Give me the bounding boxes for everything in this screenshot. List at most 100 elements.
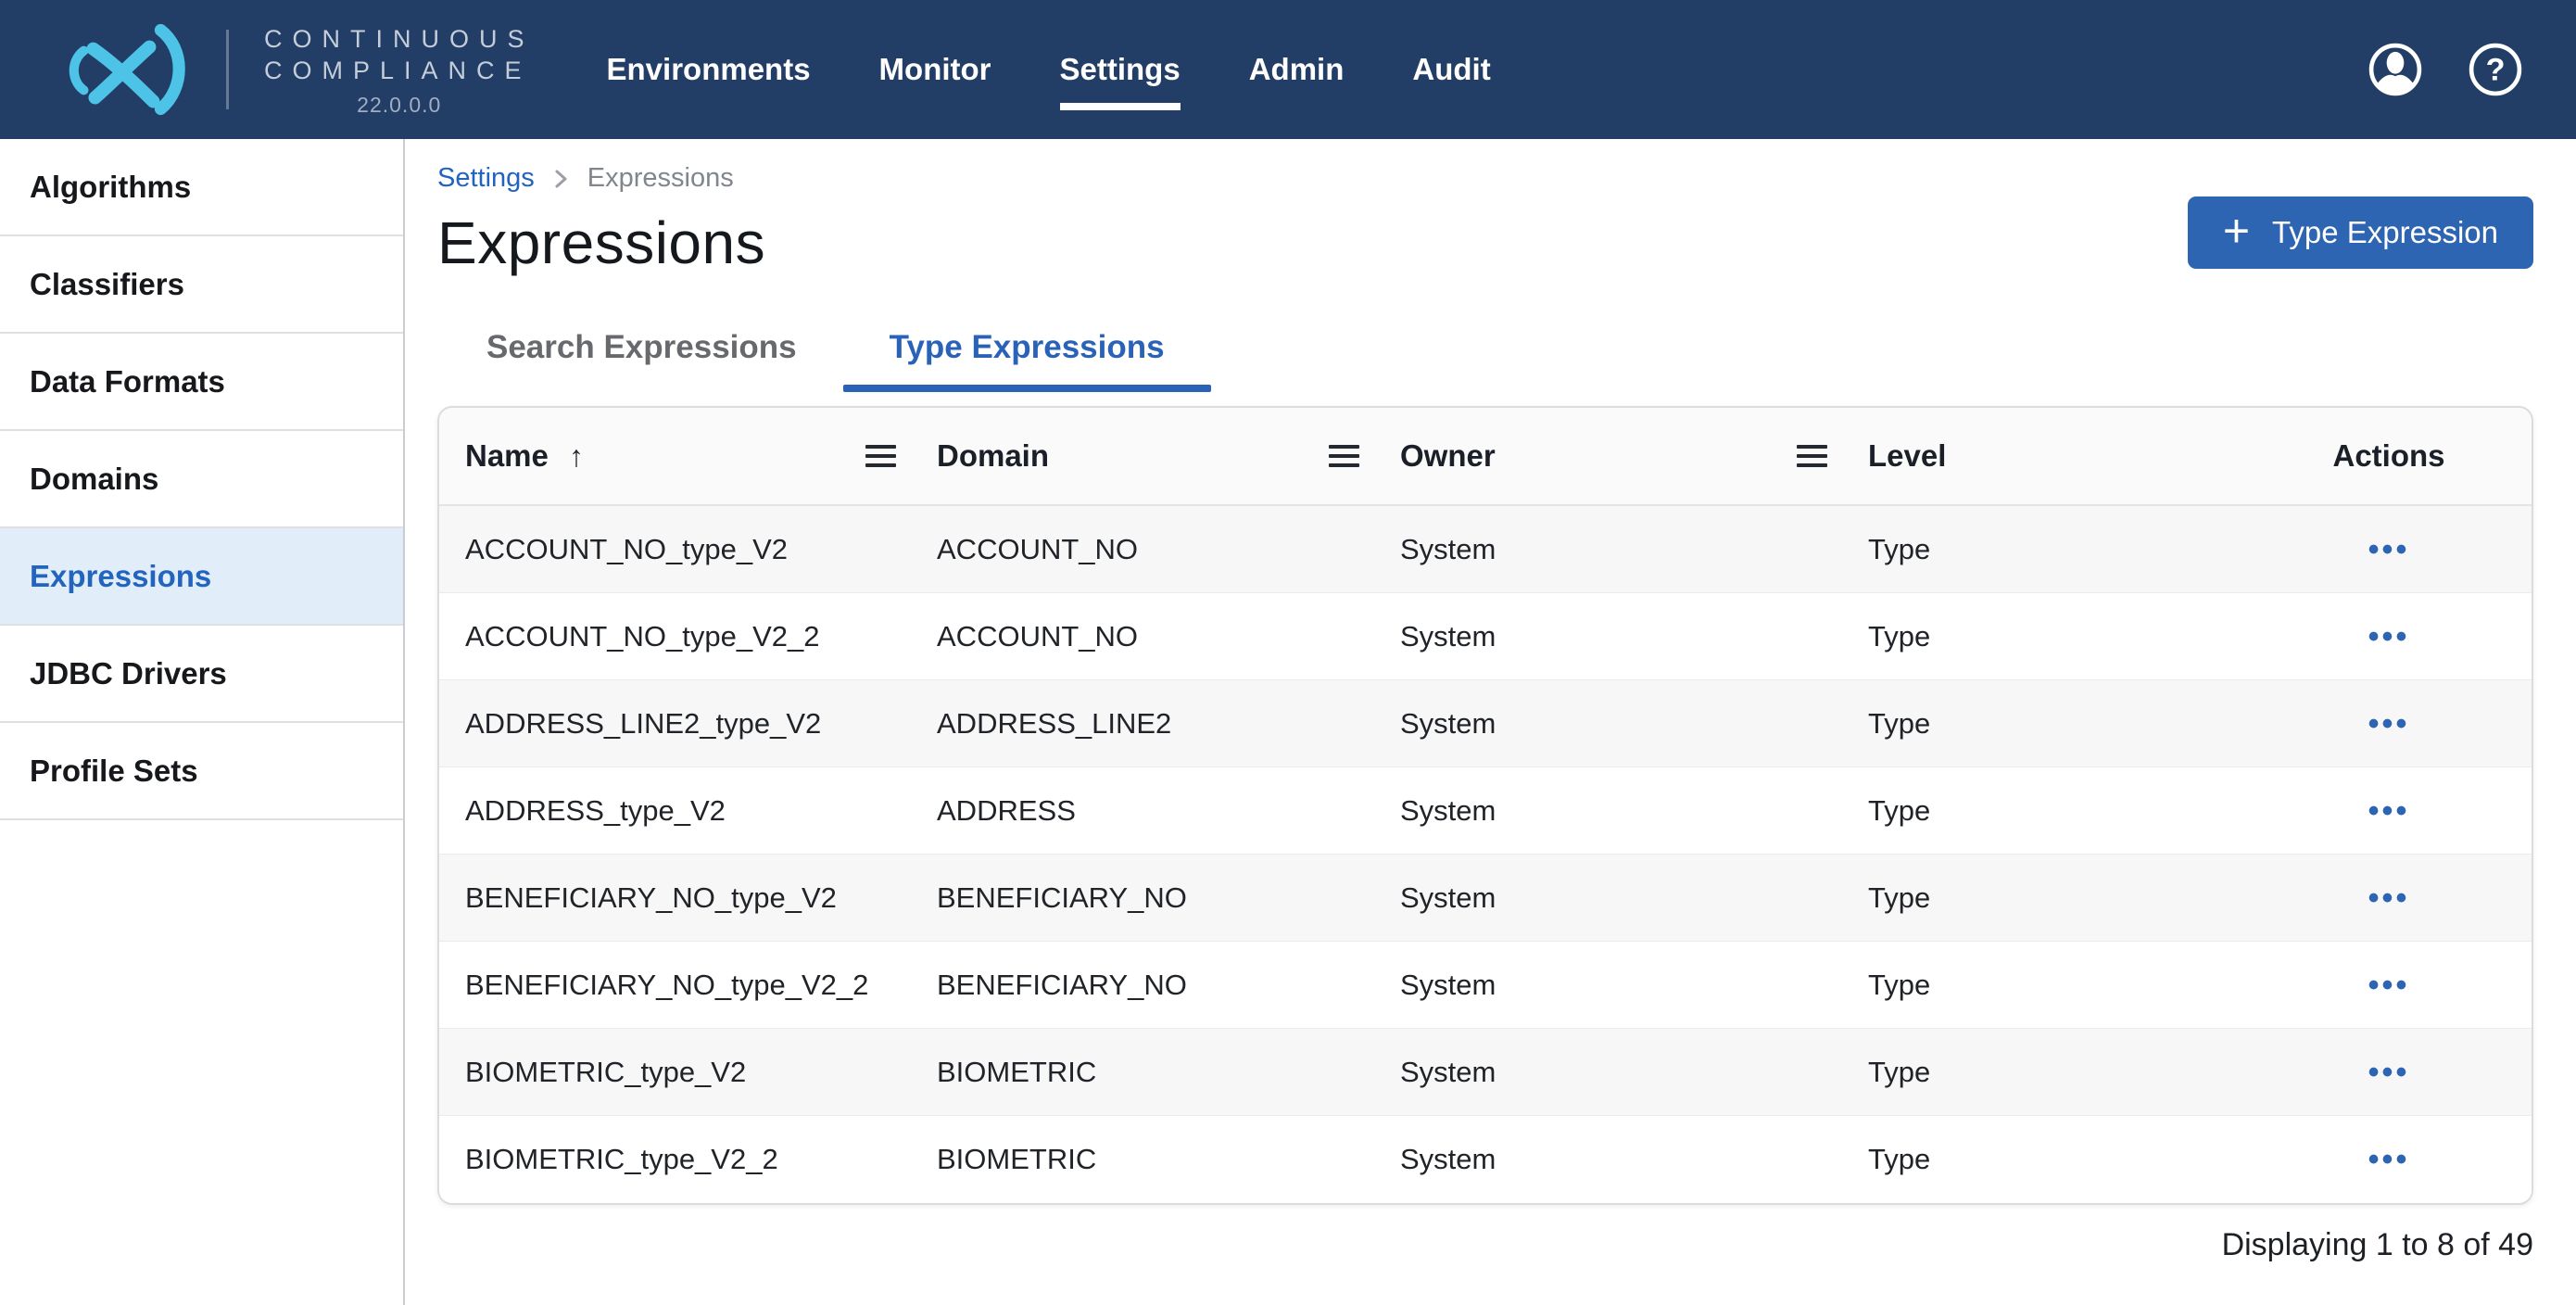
nav-item-environments[interactable]: Environments (607, 51, 811, 88)
nav-right: ? (2368, 43, 2522, 96)
sort-asc-icon: ↑ (569, 439, 584, 474)
add-button-label: Type Expression (2272, 215, 2498, 250)
sidebar-item-domains[interactable]: Domains (0, 431, 403, 528)
table-row: BIOMETRIC_type_V2 BIOMETRIC System Type … (439, 1029, 2532, 1116)
cell-owner: System (1329, 881, 1797, 915)
table-row: ACCOUNT_NO_type_V2 ACCOUNT_NO System Typ… (439, 506, 2532, 593)
main-content: Settings Expressions Expressions + Type … (407, 139, 2576, 1305)
svg-text:?: ? (2486, 52, 2506, 87)
cell-domain: ACCOUNT_NO (865, 620, 1329, 653)
nav-item-audit[interactable]: Audit (1412, 51, 1490, 88)
breadcrumb-settings-link[interactable]: Settings (437, 163, 535, 194)
brand-text: CONTINUOUS COMPLIANCE 22.0.0.0 (264, 21, 535, 118)
cell-name: BENEFICIARY_NO_type_V2_2 (439, 969, 865, 1002)
user-avatar-icon[interactable] (2368, 43, 2422, 96)
main-nav: Environments Monitor Settings Admin Audi… (607, 51, 1491, 88)
brand[interactable]: CONTINUOUS COMPLIANCE 22.0.0.0 (52, 21, 535, 118)
cell-domain: ADDRESS_LINE2 (865, 707, 1329, 741)
delphix-logo-icon (52, 21, 202, 118)
cell-level: Type (1797, 1056, 2328, 1089)
row-actions-menu-icon[interactable]: ••• (2368, 621, 2410, 652)
brand-version: 22.0.0.0 (264, 93, 535, 118)
cell-domain: BIOMETRIC (865, 1056, 1329, 1089)
sidebar-item-data-formats[interactable]: Data Formats (0, 334, 403, 431)
pagination-status: Displaying 1 to 8 of 49 (437, 1227, 2533, 1263)
table-row: ADDRESS_LINE2_type_V2 ADDRESS_LINE2 Syst… (439, 680, 2532, 767)
expression-tabs: Search Expressions Type Expressions (437, 329, 2533, 392)
table-row: BENEFICIARY_NO_type_V2_2 BENEFICIARY_NO … (439, 942, 2532, 1029)
cell-domain: ACCOUNT_NO (865, 533, 1329, 566)
tab-search-expressions[interactable]: Search Expressions (440, 329, 843, 392)
brand-line2: COMPLIANCE (264, 55, 535, 86)
cell-domain: ADDRESS (865, 794, 1329, 828)
column-label-owner: Owner (1400, 438, 1496, 474)
cell-domain: BENEFICIARY_NO (865, 881, 1329, 915)
cell-name: ACCOUNT_NO_type_V2_2 (439, 620, 865, 653)
cell-domain: BIOMETRIC (865, 1143, 1329, 1176)
cell-domain: BENEFICIARY_NO (865, 969, 1329, 1002)
cell-owner: System (1329, 1143, 1797, 1176)
cell-name: BIOMETRIC_type_V2_2 (439, 1143, 865, 1176)
add-type-expression-button[interactable]: + Type Expression (2188, 196, 2533, 269)
top-nav: CONTINUOUS COMPLIANCE 22.0.0.0 Environme… (0, 0, 2576, 139)
column-label-name: Name (465, 438, 549, 474)
column-header-name[interactable]: Name ↑ (439, 438, 865, 474)
table-row: BIOMETRIC_type_V2_2 BIOMETRIC System Typ… (439, 1116, 2532, 1203)
cell-owner: System (1329, 620, 1797, 653)
type-expressions-table: Name ↑ Domain Owner Level (437, 406, 2533, 1205)
column-header-owner[interactable]: Owner (1329, 438, 1797, 474)
table-row: BENEFICIARY_NO_type_V2 BENEFICIARY_NO Sy… (439, 855, 2532, 942)
cell-level: Type (1797, 620, 2328, 653)
breadcrumb-current: Expressions (587, 163, 734, 194)
table-header-row: Name ↑ Domain Owner Level (439, 408, 2532, 506)
cell-name: ACCOUNT_NO_type_V2 (439, 533, 865, 566)
column-header-domain[interactable]: Domain (865, 438, 1329, 474)
column-header-actions: Actions (2328, 438, 2532, 474)
brand-line1: CONTINUOUS (264, 23, 535, 55)
breadcrumb-chevron-icon (553, 167, 569, 191)
table-row: ADDRESS_type_V2 ADDRESS System Type ••• (439, 767, 2532, 855)
nav-item-monitor[interactable]: Monitor (879, 51, 991, 88)
sidebar-item-jdbc-drivers[interactable]: JDBC Drivers (0, 626, 403, 723)
row-actions-menu-icon[interactable]: ••• (2368, 1057, 2410, 1088)
column-label-level: Level (1868, 438, 1946, 474)
cell-name: BIOMETRIC_type_V2 (439, 1056, 865, 1089)
cell-name: ADDRESS_type_V2 (439, 794, 865, 828)
breadcrumb: Settings Expressions (437, 163, 2533, 194)
cell-level: Type (1797, 794, 2328, 828)
cell-owner: System (1329, 794, 1797, 828)
cell-name: BENEFICIARY_NO_type_V2 (439, 881, 865, 915)
nav-item-admin[interactable]: Admin (1249, 51, 1345, 88)
row-actions-menu-icon[interactable]: ••• (2368, 534, 2410, 565)
column-header-level[interactable]: Level (1797, 438, 2328, 474)
cell-name: ADDRESS_LINE2_type_V2 (439, 707, 865, 741)
row-actions-menu-icon[interactable]: ••• (2368, 708, 2410, 740)
cell-owner: System (1329, 533, 1797, 566)
sidebar-item-profile-sets[interactable]: Profile Sets (0, 723, 403, 820)
cell-owner: System (1329, 1056, 1797, 1089)
sidebar-item-algorithms[interactable]: Algorithms (0, 139, 403, 236)
brand-divider (226, 30, 229, 109)
column-menu-icon[interactable] (1329, 445, 1359, 467)
row-actions-menu-icon[interactable]: ••• (2368, 882, 2410, 914)
column-menu-icon[interactable] (1797, 445, 1827, 467)
column-label-actions: Actions (2328, 438, 2450, 474)
row-actions-menu-icon[interactable]: ••• (2368, 1144, 2410, 1175)
row-actions-menu-icon[interactable]: ••• (2368, 969, 2410, 1001)
cell-level: Type (1797, 881, 2328, 915)
table-row: ACCOUNT_NO_type_V2_2 ACCOUNT_NO System T… (439, 593, 2532, 680)
settings-sidebar: Algorithms Classifiers Data Formats Doma… (0, 139, 405, 1305)
row-actions-menu-icon[interactable]: ••• (2368, 795, 2410, 827)
cell-level: Type (1797, 533, 2328, 566)
plus-icon: + (2223, 208, 2250, 254)
sidebar-item-classifiers[interactable]: Classifiers (0, 236, 403, 334)
cell-level: Type (1797, 707, 2328, 741)
cell-owner: System (1329, 707, 1797, 741)
sidebar-item-expressions[interactable]: Expressions (0, 528, 403, 626)
tab-type-expressions[interactable]: Type Expressions (843, 329, 1211, 392)
cell-owner: System (1329, 969, 1797, 1002)
column-menu-icon[interactable] (865, 445, 896, 467)
nav-item-settings[interactable]: Settings (1060, 51, 1181, 88)
help-icon[interactable]: ? (2469, 43, 2522, 96)
cell-level: Type (1797, 969, 2328, 1002)
